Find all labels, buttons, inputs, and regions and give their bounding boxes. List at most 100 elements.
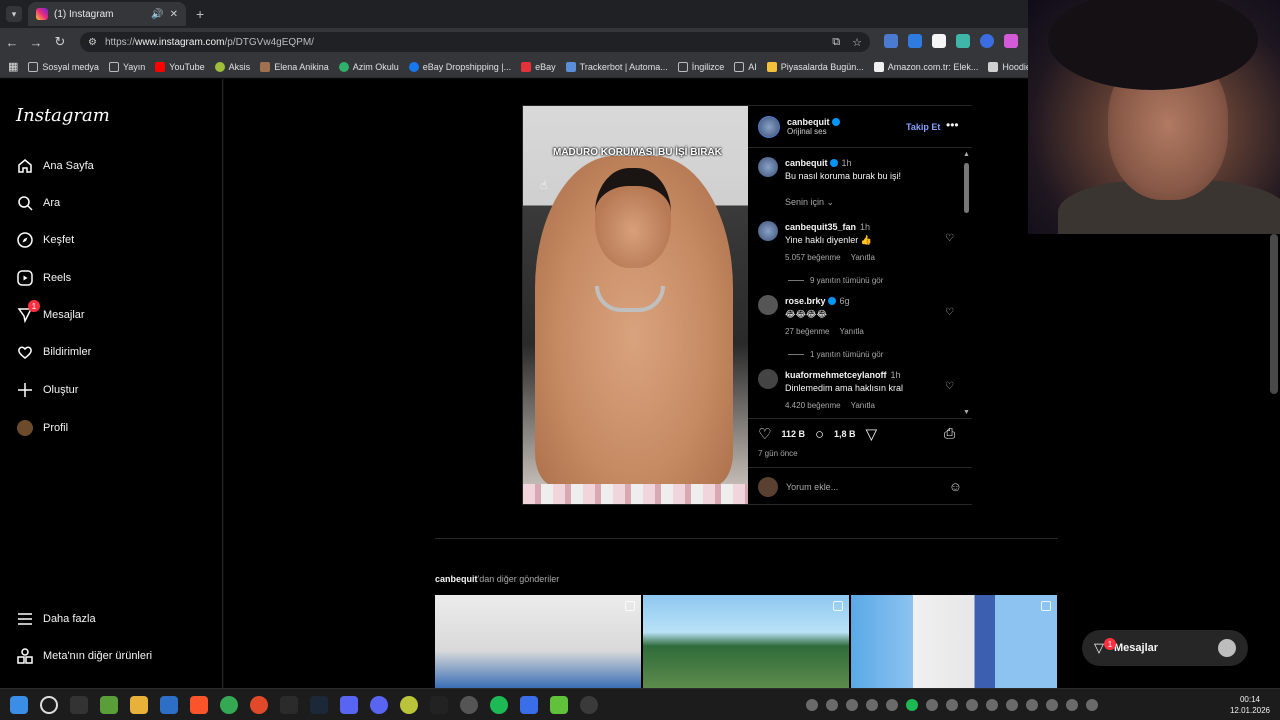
bookmark-item[interactable]: Elena Anikina <box>260 61 329 72</box>
nav-messages[interactable]: 1 Mesajlar <box>16 300 85 323</box>
tray-icon[interactable] <box>906 699 918 711</box>
author-name[interactable]: canbequit <box>787 117 840 127</box>
comment-likes[interactable]: 27 beğenme <box>785 325 829 338</box>
chrome-icon[interactable] <box>220 696 238 714</box>
tray-icon[interactable] <box>846 699 858 711</box>
browser-tab[interactable]: (1) Instagram 🔊 ✕ <box>28 2 186 26</box>
install-app-icon[interactable]: ⧉ <box>832 36 840 49</box>
translate-extension-icon[interactable] <box>884 34 898 48</box>
comment-likes[interactable]: 5.057 beğenme <box>785 251 841 264</box>
close-tab-icon[interactable]: ✕ <box>170 9 178 20</box>
back-icon[interactable]: ← <box>0 35 24 50</box>
bookmark-item[interactable]: eBay <box>521 61 556 72</box>
store-icon[interactable] <box>160 696 178 714</box>
reply-button[interactable]: Yanıtla <box>851 399 875 412</box>
commenter-avatar[interactable] <box>758 295 778 315</box>
spotify-icon[interactable] <box>490 696 508 714</box>
taskbar-app-icon[interactable] <box>250 696 268 714</box>
comment-count[interactable]: 1,8 B <box>834 429 856 439</box>
post-thumbnail[interactable] <box>851 595 1057 688</box>
tray-icon[interactable] <box>1006 699 1018 711</box>
reload-icon[interactable]: ↻ <box>48 34 72 50</box>
extension-icon[interactable] <box>956 34 970 48</box>
comment-sort-dropdown[interactable]: Senin için ⌄ <box>785 197 834 208</box>
bookmark-item[interactable]: Yayın <box>108 61 145 72</box>
post-video[interactable]: MADURO KORUMASI BU İŞİ BIRAK ☝ <box>523 106 748 504</box>
speaker-icon[interactable]: 🔊 <box>151 9 163 20</box>
nav-notifications[interactable]: Bildirimler <box>16 343 91 360</box>
taskbar-app-icon[interactable] <box>520 696 538 714</box>
bookmark-star-icon[interactable]: ☆ <box>852 36 862 49</box>
view-replies[interactable]: 1 yanıtın tümünü gör <box>788 350 883 359</box>
comment-user[interactable]: canbequit35_fan <box>785 222 856 232</box>
more-posts-user[interactable]: canbequit <box>435 574 478 584</box>
bookmark-item[interactable]: Sosyal medya <box>28 61 99 72</box>
like-comment-icon[interactable]: ♡ <box>945 381 954 392</box>
forward-icon[interactable]: → <box>24 35 48 50</box>
like-comment-icon[interactable]: ♡ <box>945 307 954 318</box>
bookmark-item[interactable]: eBay Dropshipping |... <box>408 61 511 72</box>
url-text[interactable]: https://www.instagram.com/p/DTGVw4gEQPM/ <box>105 37 314 48</box>
taskbar-clock[interactable]: 00:14 12.01.2026 <box>1222 694 1278 716</box>
tray-icon[interactable] <box>946 699 958 711</box>
extension-icon[interactable] <box>908 34 922 48</box>
view-replies[interactable]: 9 yanıtın tümünü gör <box>788 276 883 285</box>
site-info-icon[interactable]: ⚙ <box>88 37 97 48</box>
nav-more[interactable]: Daha fazla <box>16 610 96 627</box>
apps-icon[interactable]: ▦ <box>8 60 18 73</box>
bookmark-item[interactable]: Piyasalarda Bugün... <box>766 61 864 72</box>
bookmark-item[interactable]: Trackerbot | Automa... <box>565 61 668 72</box>
start-icon[interactable] <box>10 696 28 714</box>
follow-button[interactable]: Takip Et <box>906 122 940 132</box>
commenter-avatar[interactable] <box>758 221 778 241</box>
messages-pill[interactable]: ▽ 1 Mesajlar <box>1082 630 1248 666</box>
post-thumbnail[interactable] <box>643 595 849 688</box>
nav-profile[interactable]: Profil <box>16 419 68 436</box>
nav-reels[interactable]: Reels <box>16 269 71 286</box>
like-count[interactable]: 112 B <box>781 429 805 439</box>
like-icon[interactable]: ♡ <box>758 425 771 443</box>
author-avatar[interactable] <box>758 157 778 177</box>
instagram-logo[interactable]: Instagram <box>16 105 110 126</box>
taskbar-app-icon[interactable] <box>400 696 418 714</box>
tray-icon[interactable] <box>886 699 898 711</box>
bookmark-item[interactable]: Aksis <box>214 61 250 72</box>
comment-user[interactable]: rose.brky <box>785 296 826 306</box>
tab-search-button[interactable]: ▾ <box>6 6 22 22</box>
nav-search[interactable]: Ara <box>16 194 60 211</box>
file-explorer-icon[interactable] <box>130 696 148 714</box>
commenter-avatar[interactable] <box>758 369 778 389</box>
wifi-icon[interactable] <box>1066 699 1078 711</box>
search-icon[interactable] <box>40 696 58 714</box>
extension-icon[interactable] <box>932 34 946 48</box>
nav-explore[interactable]: Keşfet <box>16 231 74 248</box>
taskbar-app-icon[interactable] <box>460 696 478 714</box>
bookmark-item[interactable]: AI <box>734 61 757 72</box>
tray-icon[interactable] <box>926 699 938 711</box>
brave-icon[interactable] <box>190 696 208 714</box>
scrollbar-thumb[interactable] <box>964 163 969 213</box>
new-tab-button[interactable]: + <box>196 6 204 22</box>
taskbar-app-icon[interactable] <box>430 696 448 714</box>
extension-icon[interactable] <box>1004 34 1018 48</box>
save-icon[interactable]: ⎙ <box>944 425 955 442</box>
comment-icon[interactable]: ○ <box>815 426 824 443</box>
bookmark-item[interactable]: Amazon.com.tr: Elek... <box>873 61 978 72</box>
scroll-up-icon[interactable]: ▲ <box>963 151 970 158</box>
share-icon[interactable]: ▽ <box>866 425 878 443</box>
taskbar-app-icon[interactable] <box>100 696 118 714</box>
url-bar[interactable]: ⚙ https://www.instagram.com/p/DTGVw4gEQP… <box>80 32 870 52</box>
taskbar-app-icon[interactable] <box>70 696 88 714</box>
volume-icon[interactable] <box>1086 699 1098 711</box>
bookmark-item[interactable]: İngilizce <box>677 61 724 72</box>
comment-input[interactable]: Yorum ekle... <box>786 482 941 492</box>
audio-label[interactable]: Orijinal ses <box>787 127 840 136</box>
bookmark-item[interactable]: Azim Okulu <box>338 61 399 72</box>
tray-icon[interactable] <box>806 699 818 711</box>
comment-user[interactable]: kuaformehmetceylanoff <box>785 370 887 380</box>
scroll-down-icon[interactable]: ▼ <box>963 409 970 416</box>
nav-create[interactable]: Oluştur <box>16 381 78 398</box>
author-avatar[interactable] <box>758 115 780 138</box>
reply-button[interactable]: Yanıtla <box>839 325 863 338</box>
emoji-icon[interactable]: ☺ <box>949 479 962 494</box>
